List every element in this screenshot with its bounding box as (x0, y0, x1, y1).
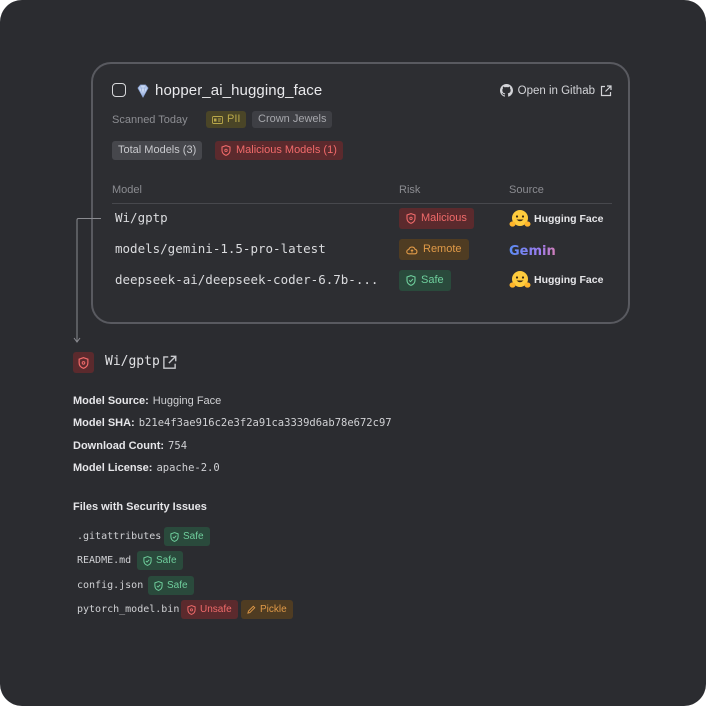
hugging-face-logo (509, 210, 531, 227)
field-value: b21e4f3ae916c2e3f2a91ca3339d6ab78e672c97 (138, 417, 392, 429)
field-key: Download Count: (73, 440, 165, 452)
pencil-icon (247, 605, 256, 614)
open-in-github-label: Open in Githab (517, 84, 595, 97)
malicious-models-tag[interactable]: Malicious Models (1) (215, 141, 343, 160)
column-header-model: Model (112, 184, 142, 196)
external-link-icon[interactable] (162, 355, 177, 370)
shield-check-icon (406, 275, 416, 286)
tag-label: Unsafe (200, 604, 232, 615)
model-source-field: Model Source: Hugging Face (73, 395, 221, 407)
malicious-shield-icon (73, 352, 94, 373)
malicious-models-label: Malicious Models (1) (236, 144, 337, 156)
download-count-field: Download Count: 754 (73, 440, 187, 452)
field-key: Model SHA: (73, 417, 135, 429)
repository-card: hopper_ai_hugging_face Open in Githab Sc… (91, 62, 630, 324)
gem-icon (137, 84, 149, 98)
shield-check-icon (154, 580, 163, 591)
safe-tag: Safe (148, 576, 194, 595)
hugging-face-logo (509, 271, 531, 288)
shield-icon (406, 213, 416, 224)
open-in-github-link[interactable]: Open in Githab (499, 84, 612, 97)
file-name[interactable]: .gitattributes (77, 531, 161, 542)
svg-text:Gemini: Gemini (509, 244, 555, 259)
repo-title: hopper_ai_hugging_face (155, 82, 323, 99)
risk-label: Remote (423, 243, 462, 255)
risk-badge-remote: Remote (399, 239, 469, 260)
crown-jewels-tag: Crown Jewels (252, 111, 333, 128)
tag-label: Pickle (260, 604, 287, 615)
table-row-model[interactable]: models/gemini-1.5-pro-latest (115, 241, 326, 256)
shield-check-icon (170, 531, 179, 542)
table-row-model[interactable]: Wi/gptp (115, 210, 168, 225)
gemini-logo: Gemini (509, 244, 555, 259)
column-header-risk: Risk (399, 184, 421, 196)
tag-label: Safe (156, 555, 177, 566)
field-value: Hugging Face (152, 395, 222, 407)
source-hugging-face: Hugging Face (509, 209, 603, 229)
app-frame: hopper_ai_hugging_face Open in Githab Sc… (0, 0, 706, 706)
risk-badge-safe: Safe (399, 270, 451, 291)
file-name[interactable]: config.json (77, 580, 143, 591)
safe-tag: Safe (137, 551, 183, 570)
safe-tag: Safe (164, 527, 210, 546)
files-section-title: Files with Security Issues (73, 501, 207, 513)
table-row-model[interactable]: deepseek-ai/deepseek-coder-6.7b-... (115, 272, 378, 287)
file-name[interactable]: pytorch_model.bin (77, 604, 179, 615)
risk-badge-malicious: Malicious (399, 208, 474, 229)
source-hugging-face: Hugging Face (509, 270, 603, 290)
external-link-icon (600, 84, 612, 96)
model-detail-title: Wi/gptp (105, 354, 160, 369)
source-label: Hugging Face (534, 274, 604, 286)
pii-tag: PII (206, 111, 247, 128)
risk-label: Malicious (421, 212, 467, 224)
unsafe-tag: Unsafe (181, 600, 238, 619)
shield-icon (187, 604, 196, 615)
file-name[interactable]: README.md (77, 555, 131, 566)
field-key: Model Source: (73, 395, 149, 407)
tag-label: Safe (183, 531, 204, 542)
pickle-tag: Pickle (241, 600, 293, 619)
model-sha-field: Model SHA: b21e4f3ae916c2e3f2a91ca3339d6… (73, 417, 392, 429)
select-checkbox[interactable] (112, 83, 126, 97)
source-gemini: Gemini (509, 241, 555, 259)
shield-check-icon (143, 555, 152, 566)
field-value: apache-2.0 (156, 462, 220, 474)
risk-label: Safe (421, 274, 444, 286)
model-license-field: Model License: apache-2.0 (73, 462, 220, 474)
pii-tag-label: PII (227, 113, 241, 125)
shield-icon (221, 145, 231, 156)
column-header-source: Source (509, 184, 544, 196)
connector-arrow (73, 218, 101, 343)
header-divider (112, 203, 612, 204)
field-key: Model License: (73, 462, 153, 474)
cloud-icon (406, 245, 418, 254)
source-label: Hugging Face (534, 213, 604, 225)
tag-label: Safe (167, 580, 188, 591)
scanned-status: Scanned Today (112, 114, 188, 126)
total-models-tag[interactable]: Total Models (3) (112, 141, 203, 160)
field-value: 754 (168, 440, 188, 452)
id-card-icon (212, 115, 223, 124)
github-icon (499, 84, 513, 97)
